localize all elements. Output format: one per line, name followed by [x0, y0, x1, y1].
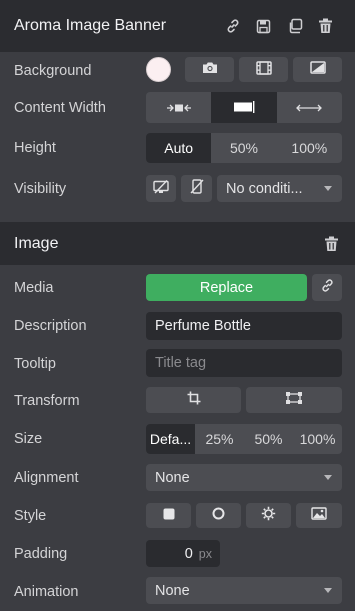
height-option-50[interactable]: 50%: [211, 133, 276, 163]
size-segmented: Defa... 25% 50% 100%: [146, 424, 342, 454]
camera-icon: [202, 61, 218, 78]
size-option-25[interactable]: 25%: [195, 424, 244, 454]
height-segmented: Auto 50% 100%: [146, 133, 342, 163]
row-visibility: Visibility No conditi...: [0, 169, 355, 208]
padding-unit: px: [198, 546, 212, 561]
content-width-boxed-option[interactable]: [146, 92, 211, 123]
hide-on-mobile-button[interactable]: [181, 175, 212, 202]
resize-button[interactable]: [246, 387, 342, 413]
size-option-50[interactable]: 50%: [244, 424, 293, 454]
row-padding: Padding 0 px: [0, 535, 355, 573]
trash-icon[interactable]: [310, 14, 341, 38]
padding-value: 0: [184, 545, 193, 562]
padding-label: Padding: [14, 546, 68, 562]
crop-icon: [187, 391, 201, 409]
transform-label: Transform: [14, 393, 80, 409]
crop-button[interactable]: [146, 387, 241, 413]
content-width-full-option[interactable]: [211, 92, 277, 123]
row-tooltip: Tooltip Title tag: [0, 345, 355, 382]
mobile-hidden-icon: [189, 179, 204, 198]
visibility-label: Visibility: [14, 180, 67, 197]
background-image-button[interactable]: [185, 57, 234, 82]
style-square-button[interactable]: [146, 503, 191, 528]
desktop-hidden-icon: [153, 179, 169, 198]
visibility-select-value: No conditi...: [226, 180, 303, 197]
row-content-width: Content Width: [0, 89, 355, 127]
background-gradient-button[interactable]: [293, 57, 342, 82]
panel-title-image: Image: [14, 234, 59, 252]
film-icon: [255, 60, 272, 79]
size-option-100[interactable]: 100%: [293, 424, 342, 454]
hide-on-desktop-button[interactable]: [146, 175, 176, 202]
row-media: Media Replace: [0, 270, 355, 306]
circle-icon: [212, 507, 225, 524]
row-alignment: Alignment None: [0, 459, 355, 497]
style-circle-button[interactable]: [196, 503, 241, 528]
gradient-icon: [309, 61, 326, 78]
background-color-swatch[interactable]: [146, 57, 171, 82]
height-label: Height: [14, 140, 56, 156]
trash-icon[interactable]: [316, 232, 347, 256]
height-option-auto[interactable]: Auto: [146, 133, 212, 163]
replace-media-button[interactable]: Replace: [146, 274, 307, 301]
animation-select[interactable]: None: [146, 577, 342, 604]
boxed-width-icon: [165, 100, 193, 116]
background-label: Background: [14, 62, 92, 79]
save-icon[interactable]: [248, 14, 279, 38]
panel-header-image: Image: [0, 222, 355, 265]
style-image-button[interactable]: [296, 503, 342, 528]
alignment-select[interactable]: None: [146, 464, 342, 491]
row-background: Background: [0, 52, 355, 89]
style-label: Style: [14, 508, 47, 524]
chevron-down-icon: [324, 186, 332, 191]
stretch-width-icon: [295, 100, 323, 116]
animation-select-value: None: [155, 582, 190, 599]
row-description: Description Perfume Bottle: [0, 307, 355, 345]
description-label: Description: [14, 318, 87, 334]
content-width-stretch-option[interactable]: [277, 92, 342, 123]
visibility-conditions-select[interactable]: No conditi...: [217, 175, 342, 202]
tooltip-label: Tooltip: [14, 355, 56, 372]
tooltip-input[interactable]: Title tag: [146, 349, 342, 377]
height-option-100[interactable]: 100%: [277, 133, 342, 163]
link-icon: [320, 278, 335, 297]
content-width-label: Content Width: [14, 100, 106, 116]
padding-input[interactable]: 0 px: [146, 540, 220, 567]
animation-label: Animation: [14, 584, 79, 600]
link-icon[interactable]: [217, 14, 248, 38]
size-label: Size: [14, 431, 43, 447]
media-link-button[interactable]: [312, 274, 342, 301]
square-icon: [163, 508, 175, 524]
panel-title: Aroma Image Banner: [14, 17, 167, 34]
full-width-icon: [232, 100, 256, 116]
style-settings-button[interactable]: [246, 503, 291, 528]
resize-icon: [285, 391, 303, 409]
copy-icon[interactable]: [279, 14, 310, 38]
panel-header-aroma-image-banner: Aroma Image Banner: [0, 0, 355, 52]
media-label: Media: [14, 280, 54, 296]
alignment-select-value: None: [155, 469, 190, 486]
image-icon: [311, 507, 327, 524]
chevron-down-icon: [324, 475, 332, 480]
row-transform: Transform: [0, 382, 355, 420]
size-option-default[interactable]: Defa...: [146, 424, 195, 454]
row-size: Size Defa... 25% 50% 100%: [0, 420, 355, 458]
row-height: Height Auto 50% 100%: [0, 127, 355, 169]
alignment-label: Alignment: [14, 470, 79, 486]
row-animation: Animation None: [0, 573, 355, 611]
description-input[interactable]: Perfume Bottle: [146, 312, 342, 340]
background-video-button[interactable]: [239, 57, 288, 82]
content-width-segmented: [146, 92, 342, 123]
chevron-down-icon: [324, 588, 332, 593]
row-style: Style: [0, 497, 355, 535]
gear-icon: [261, 506, 276, 525]
